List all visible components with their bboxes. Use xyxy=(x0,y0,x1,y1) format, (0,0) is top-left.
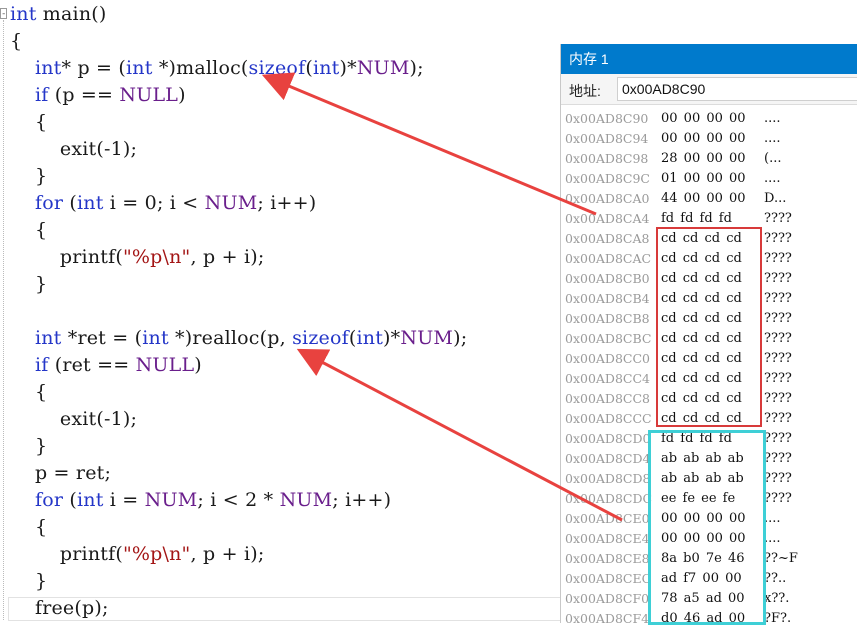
annotation-arrows xyxy=(261,72,623,522)
arrow-to-realloc xyxy=(296,348,623,522)
arrow-to-malloc xyxy=(261,72,597,216)
